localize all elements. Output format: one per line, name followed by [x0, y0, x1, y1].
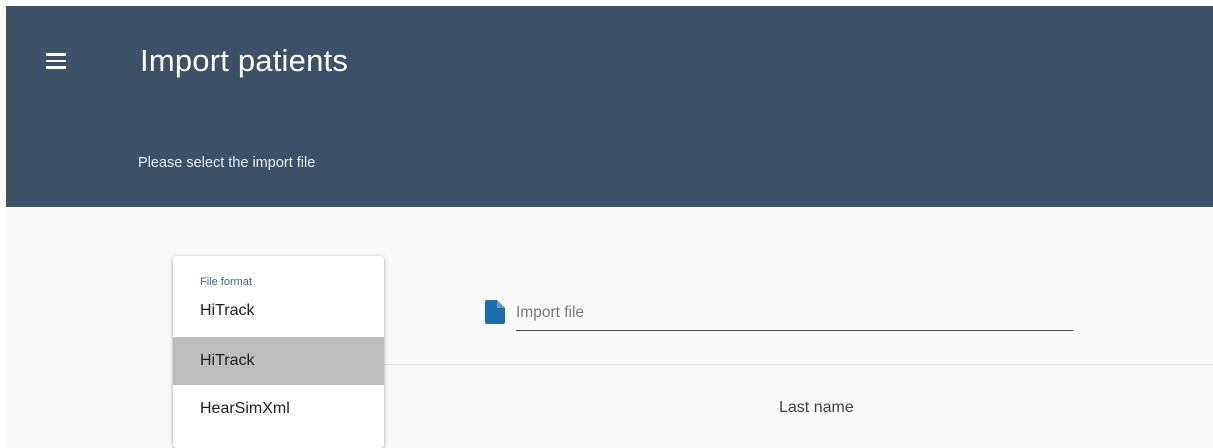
dropdown-option-label: HiTrack [200, 352, 255, 369]
file-format-selected-value[interactable]: HiTrack [200, 302, 255, 320]
hamburger-menu-icon[interactable] [44, 48, 76, 74]
file-icon[interactable] [485, 300, 505, 324]
dropdown-option-hitrack[interactable]: HiTrack [173, 337, 384, 385]
page-subtitle: Please select the import file [138, 155, 316, 171]
page-title: Import patients [140, 43, 349, 78]
import-file-placeholder: Import file [516, 304, 585, 321]
file-format-dropdown[interactable]: File format HiTrack HiTrack HearSimXml [173, 256, 384, 448]
column-header-last-name[interactable]: Last name [779, 399, 854, 417]
dropdown-option-hearsimxml[interactable]: HearSimXml [173, 385, 384, 433]
import-file-input[interactable]: Import file [516, 298, 1073, 331]
dropdown-option-label: HearSimXml [200, 400, 290, 417]
file-format-label: File format [200, 276, 252, 288]
table-divider [384, 364, 1213, 365]
page: Import patients Please select the import… [0, 0, 1213, 448]
header-bar: Import patients Please select the import… [6, 6, 1213, 207]
